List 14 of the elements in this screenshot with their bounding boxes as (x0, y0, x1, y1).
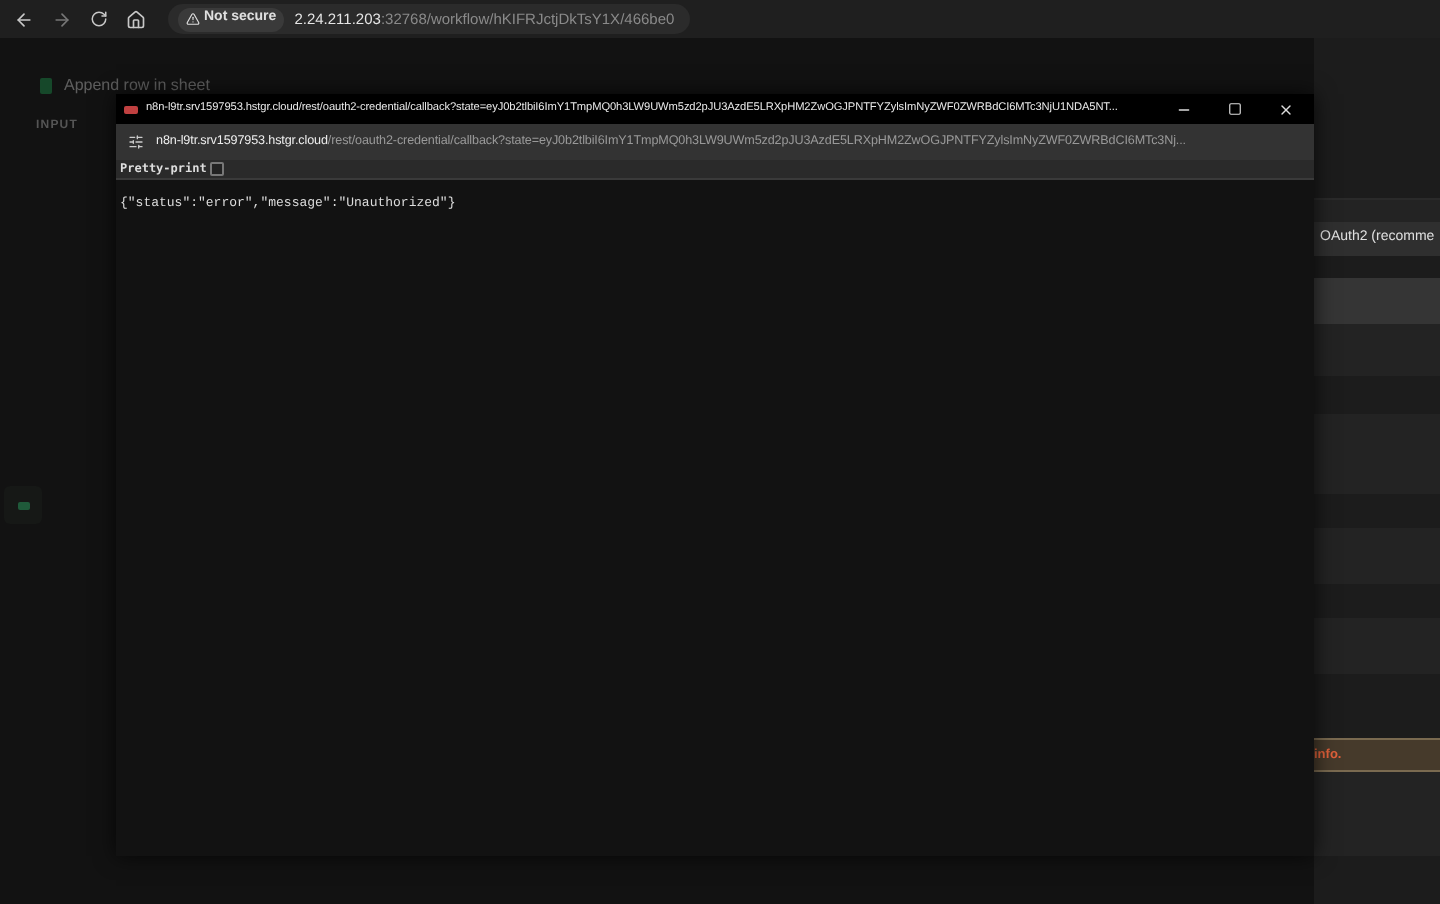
sheet-icon (40, 78, 52, 94)
node-handle[interactable] (4, 486, 42, 524)
close-icon[interactable] (1278, 101, 1294, 117)
home-icon[interactable] (126, 9, 146, 29)
forward-icon[interactable] (52, 9, 72, 29)
maximize-icon[interactable] (1228, 102, 1242, 116)
site-settings-icon[interactable] (128, 134, 144, 150)
reload-icon[interactable] (90, 10, 108, 28)
panel-row (1314, 200, 1440, 222)
panel-row (1314, 278, 1440, 324)
node-title: Append row in sheet (64, 74, 210, 98)
warning-icon (186, 12, 200, 26)
pretty-print-checkbox[interactable] (210, 162, 225, 176)
back-icon[interactable] (14, 9, 34, 29)
